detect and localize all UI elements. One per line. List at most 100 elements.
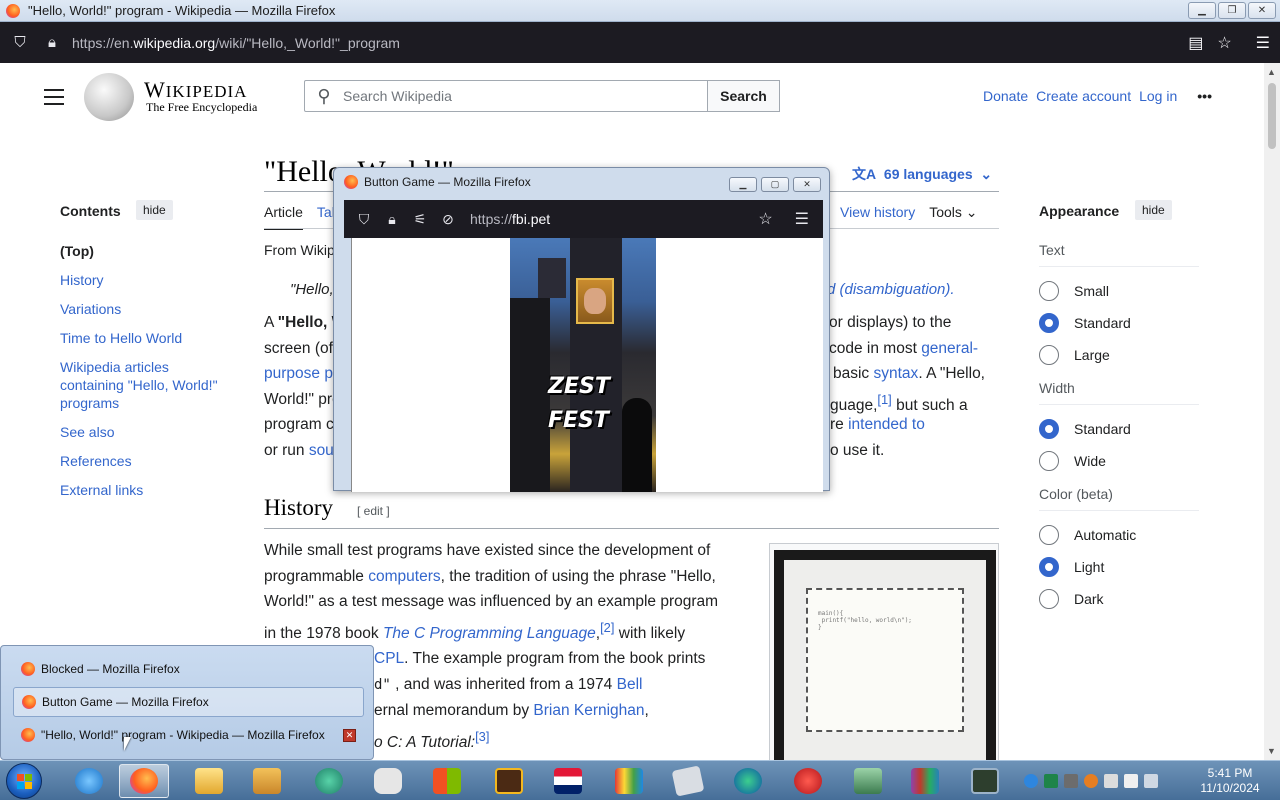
popup-maximize-button[interactable]: ▢ — [761, 177, 789, 192]
more-options-icon[interactable]: ••• — [1197, 88, 1212, 104]
toc-item-see-also[interactable]: See also — [60, 423, 230, 441]
window-list-item-wikipedia[interactable]: "Hello, World!" program - Wikipedia — Mo… — [13, 720, 364, 750]
bookmark-star-icon[interactable]: ☆ — [758, 209, 772, 229]
app-icon[interactable] — [304, 764, 354, 798]
window-list-item-button-game[interactable]: Button Game — Mozilla Firefox — [13, 687, 364, 717]
tray-globe-icon[interactable] — [1024, 774, 1038, 788]
toc-item-top[interactable]: (Top) — [60, 242, 230, 260]
bell-labs-link[interactable]: Bell — [617, 676, 643, 693]
citation-2[interactable]: [2] — [600, 620, 614, 635]
color-light-option[interactable]: Light — [1039, 551, 1199, 583]
menu-icon[interactable]: ☰ — [1256, 33, 1270, 53]
system-clock[interactable]: 5:41 PM 11/10/2024 — [1198, 766, 1262, 796]
start-button[interactable] — [6, 763, 42, 799]
appearance-hide-button[interactable]: hide — [1135, 200, 1172, 220]
toc-item-history[interactable]: History — [60, 271, 230, 289]
permissions-icon[interactable]: ⚟ — [406, 211, 434, 228]
disambiguation-link[interactable]: d (disambiguation). — [827, 281, 955, 298]
width-standard-option[interactable]: Standard — [1039, 413, 1199, 445]
scroll-down-icon[interactable]: ▼ — [1267, 746, 1276, 756]
toc-item-references[interactable]: References — [60, 452, 230, 470]
radio-small[interactable] — [1039, 281, 1059, 301]
donate-link[interactable]: Donate — [983, 88, 1028, 104]
hello-world-framed-image[interactable]: main(){ printf("hello, world\n");} — [769, 543, 999, 760]
lock-icon[interactable]: 🔒︎ — [36, 34, 68, 51]
network-icon[interactable] — [843, 764, 893, 798]
wikipedia-globe-logo[interactable] — [84, 73, 134, 121]
store-icon[interactable] — [422, 764, 472, 798]
search-field[interactable]: ⚲ — [304, 80, 708, 112]
ie-icon[interactable] — [64, 764, 114, 798]
scroll-up-icon[interactable]: ▲ — [1267, 67, 1276, 77]
toc-item-time-to-hello-world[interactable]: Time to Hello World — [60, 329, 230, 347]
reader-view-icon[interactable]: ▤ — [1188, 33, 1203, 53]
log-in-link[interactable]: Log in — [1139, 88, 1177, 104]
radio-automatic[interactable] — [1039, 525, 1059, 545]
firefox-taskbar-icon[interactable] — [119, 764, 169, 798]
languages-button[interactable]: 文A 69 languages ⌄ — [852, 164, 992, 184]
toc-item-wikipedia-articles[interactable]: Wikipedia articles containing "Hello, Wo… — [60, 358, 230, 412]
citation-1[interactable]: [1] — [877, 392, 891, 407]
window-list-item-blocked[interactable]: Blocked — Mozilla Firefox — [13, 654, 364, 684]
bank-icon[interactable] — [543, 764, 593, 798]
text-size-large-option[interactable]: Large — [1039, 339, 1199, 371]
create-account-link[interactable]: Create account — [1036, 88, 1131, 104]
search-button[interactable]: Search — [707, 80, 780, 112]
url-bar[interactable]: https://en.wikipedia.org/wiki/"Hello,_Wo… — [72, 35, 400, 51]
tray-grey-icon[interactable] — [1064, 774, 1078, 788]
brian-kernighan-link[interactable]: Brian Kernighan — [533, 702, 644, 719]
button-game-window[interactable]: Button Game — Mozilla Firefox ▁ ▢ ✕ ⛉ 🔒︎… — [333, 167, 830, 492]
lock-icon[interactable]: 🔒︎ — [378, 211, 406, 228]
angry-birds-icon[interactable] — [783, 764, 833, 798]
tray-device-icon[interactable] — [1104, 774, 1118, 788]
radio-width-standard[interactable] — [1039, 419, 1059, 439]
compile-link[interactable]: intended to — [844, 416, 925, 433]
toc-item-external-links[interactable]: External links — [60, 481, 230, 499]
ups-icon[interactable] — [484, 764, 534, 798]
scroll-thumb[interactable] — [1268, 83, 1276, 149]
color-dark-option[interactable]: Dark — [1039, 583, 1199, 615]
shield-icon[interactable]: ⛉ — [4, 34, 36, 51]
winrar-icon[interactable] — [900, 764, 950, 798]
radio-dark[interactable] — [1039, 589, 1059, 609]
history-edit-link[interactable]: [ edit ] — [357, 504, 390, 518]
paper-icon[interactable] — [663, 764, 713, 798]
terminal-icon[interactable] — [960, 764, 1010, 798]
game-video[interactable]: ZEST FEST — [510, 238, 656, 492]
radio-standard[interactable] — [1039, 313, 1059, 333]
youtube-icon[interactable] — [363, 764, 413, 798]
edge-icon[interactable] — [723, 764, 773, 798]
radio-width-wide[interactable] — [1039, 451, 1059, 471]
tools-menu[interactable]: Tools ⌄ — [929, 204, 977, 221]
toc-item-variations[interactable]: Variations — [60, 300, 230, 318]
search-input[interactable] — [343, 88, 693, 104]
popup-close-button[interactable]: ✕ — [793, 177, 821, 192]
popup-minimize-button[interactable]: ▁ — [729, 177, 757, 192]
c-programming-language-link[interactable]: The C Programming Language — [383, 625, 596, 642]
volume-muted-icon[interactable] — [1124, 774, 1138, 788]
popup-titlebar[interactable]: Button Game — Mozilla Firefox — [344, 175, 531, 189]
minimize-button[interactable]: ▁ — [1188, 2, 1216, 19]
close-button[interactable]: ✕ — [1248, 2, 1276, 19]
computers-link[interactable]: computers — [368, 568, 440, 585]
restore-button[interactable]: ❐ — [1218, 2, 1246, 19]
citation-3[interactable]: [3] — [475, 729, 489, 744]
color-automatic-option[interactable]: Automatic — [1039, 519, 1199, 551]
text-size-standard-option[interactable]: Standard — [1039, 307, 1199, 339]
tracking-blocked-icon[interactable]: ⊘ — [434, 211, 462, 228]
action-center-flag-icon[interactable] — [1144, 774, 1158, 788]
tab-article[interactable]: Article — [264, 204, 303, 230]
tray-green-icon[interactable] — [1044, 774, 1058, 788]
text-size-small-option[interactable]: Small — [1039, 275, 1199, 307]
close-icon[interactable]: ✕ — [343, 728, 356, 742]
radio-light[interactable] — [1039, 557, 1059, 577]
bcpl-link[interactable]: CPL — [374, 650, 404, 667]
width-wide-option[interactable]: Wide — [1039, 445, 1199, 477]
media-player-icon[interactable] — [242, 764, 292, 798]
radio-large[interactable] — [1039, 345, 1059, 365]
menu-icon[interactable]: ☰ — [795, 209, 809, 229]
shield-icon[interactable]: ⛉ — [350, 211, 378, 228]
page-scrollbar[interactable]: ▲ ▼ — [1264, 63, 1280, 760]
bookmark-star-icon[interactable]: ☆ — [1217, 33, 1231, 53]
main-menu-icon[interactable] — [44, 89, 64, 110]
